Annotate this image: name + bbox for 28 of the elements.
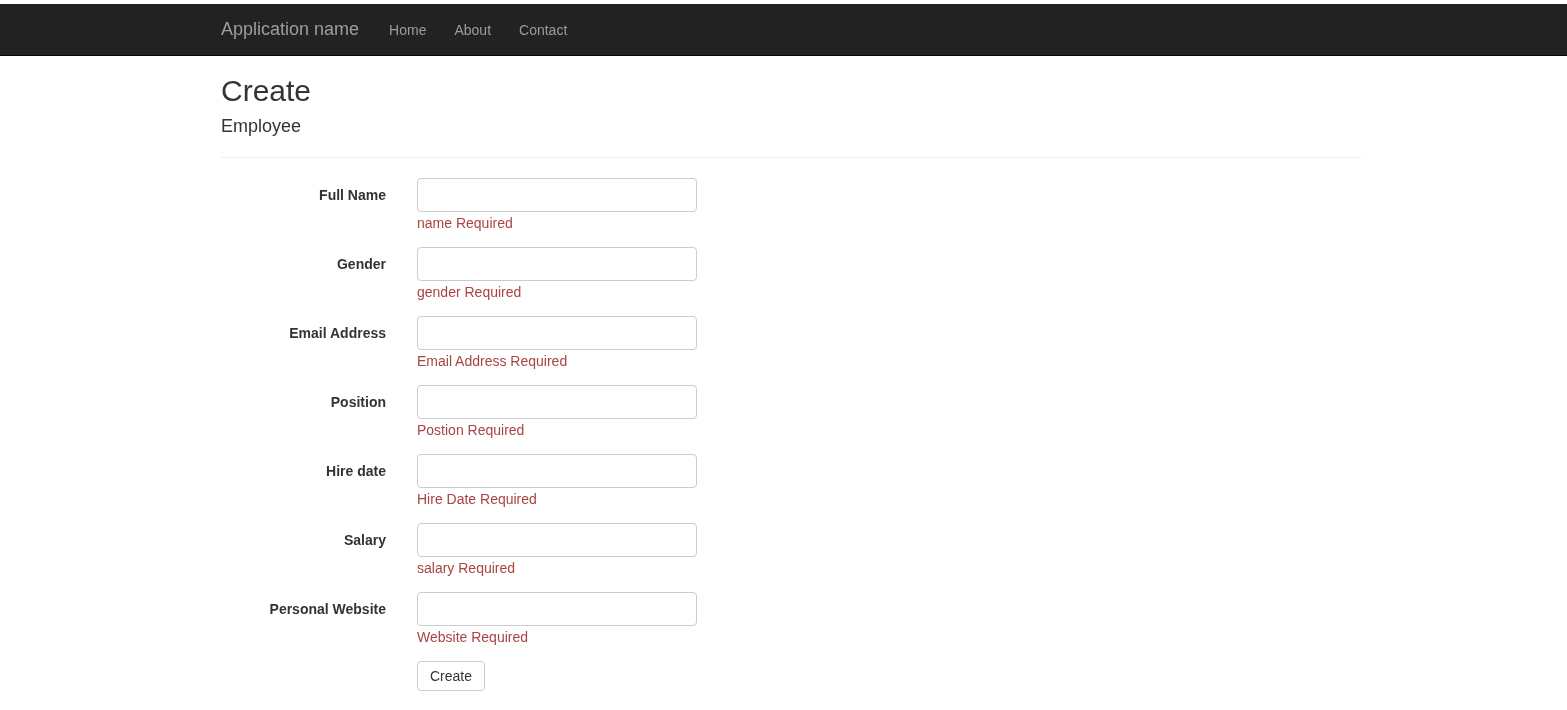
validation-error: salary Required <box>417 559 517 577</box>
field-label: Position <box>329 392 386 412</box>
field-label: Hire date <box>325 461 386 481</box>
field-label: Email Address <box>288 323 386 343</box>
input-field[interactable] <box>417 246 697 281</box>
page-subtitle: Employee <box>221 117 303 137</box>
validation-error: gender Required <box>417 283 523 301</box>
validation-error: Hire Date Required <box>417 490 538 508</box>
nav-link[interactable]: Home <box>375 21 441 38</box>
validation-error: name Required <box>417 214 514 232</box>
input-field[interactable] <box>417 315 697 350</box>
page-title: Create <box>221 74 313 107</box>
field-label: Salary <box>342 530 386 550</box>
validation-error: Postion Required <box>417 421 526 439</box>
nav-link[interactable]: Contact <box>505 21 582 38</box>
input-field[interactable] <box>417 522 697 557</box>
create-button[interactable]: Create <box>417 660 486 691</box>
input-field[interactable] <box>417 453 697 488</box>
validation-error: Website Required <box>417 628 530 646</box>
field-label: Gender <box>336 254 386 274</box>
validation-error: Email Address Required <box>417 352 569 370</box>
input-field[interactable] <box>417 177 697 212</box>
input-field[interactable] <box>417 591 697 626</box>
field-label: Full Name <box>318 185 386 205</box>
input-field[interactable] <box>417 384 697 419</box>
brand-link[interactable]: Application name <box>221 19 360 40</box>
nav-link[interactable]: About <box>440 21 506 38</box>
field-label: Personal Website <box>268 599 386 619</box>
